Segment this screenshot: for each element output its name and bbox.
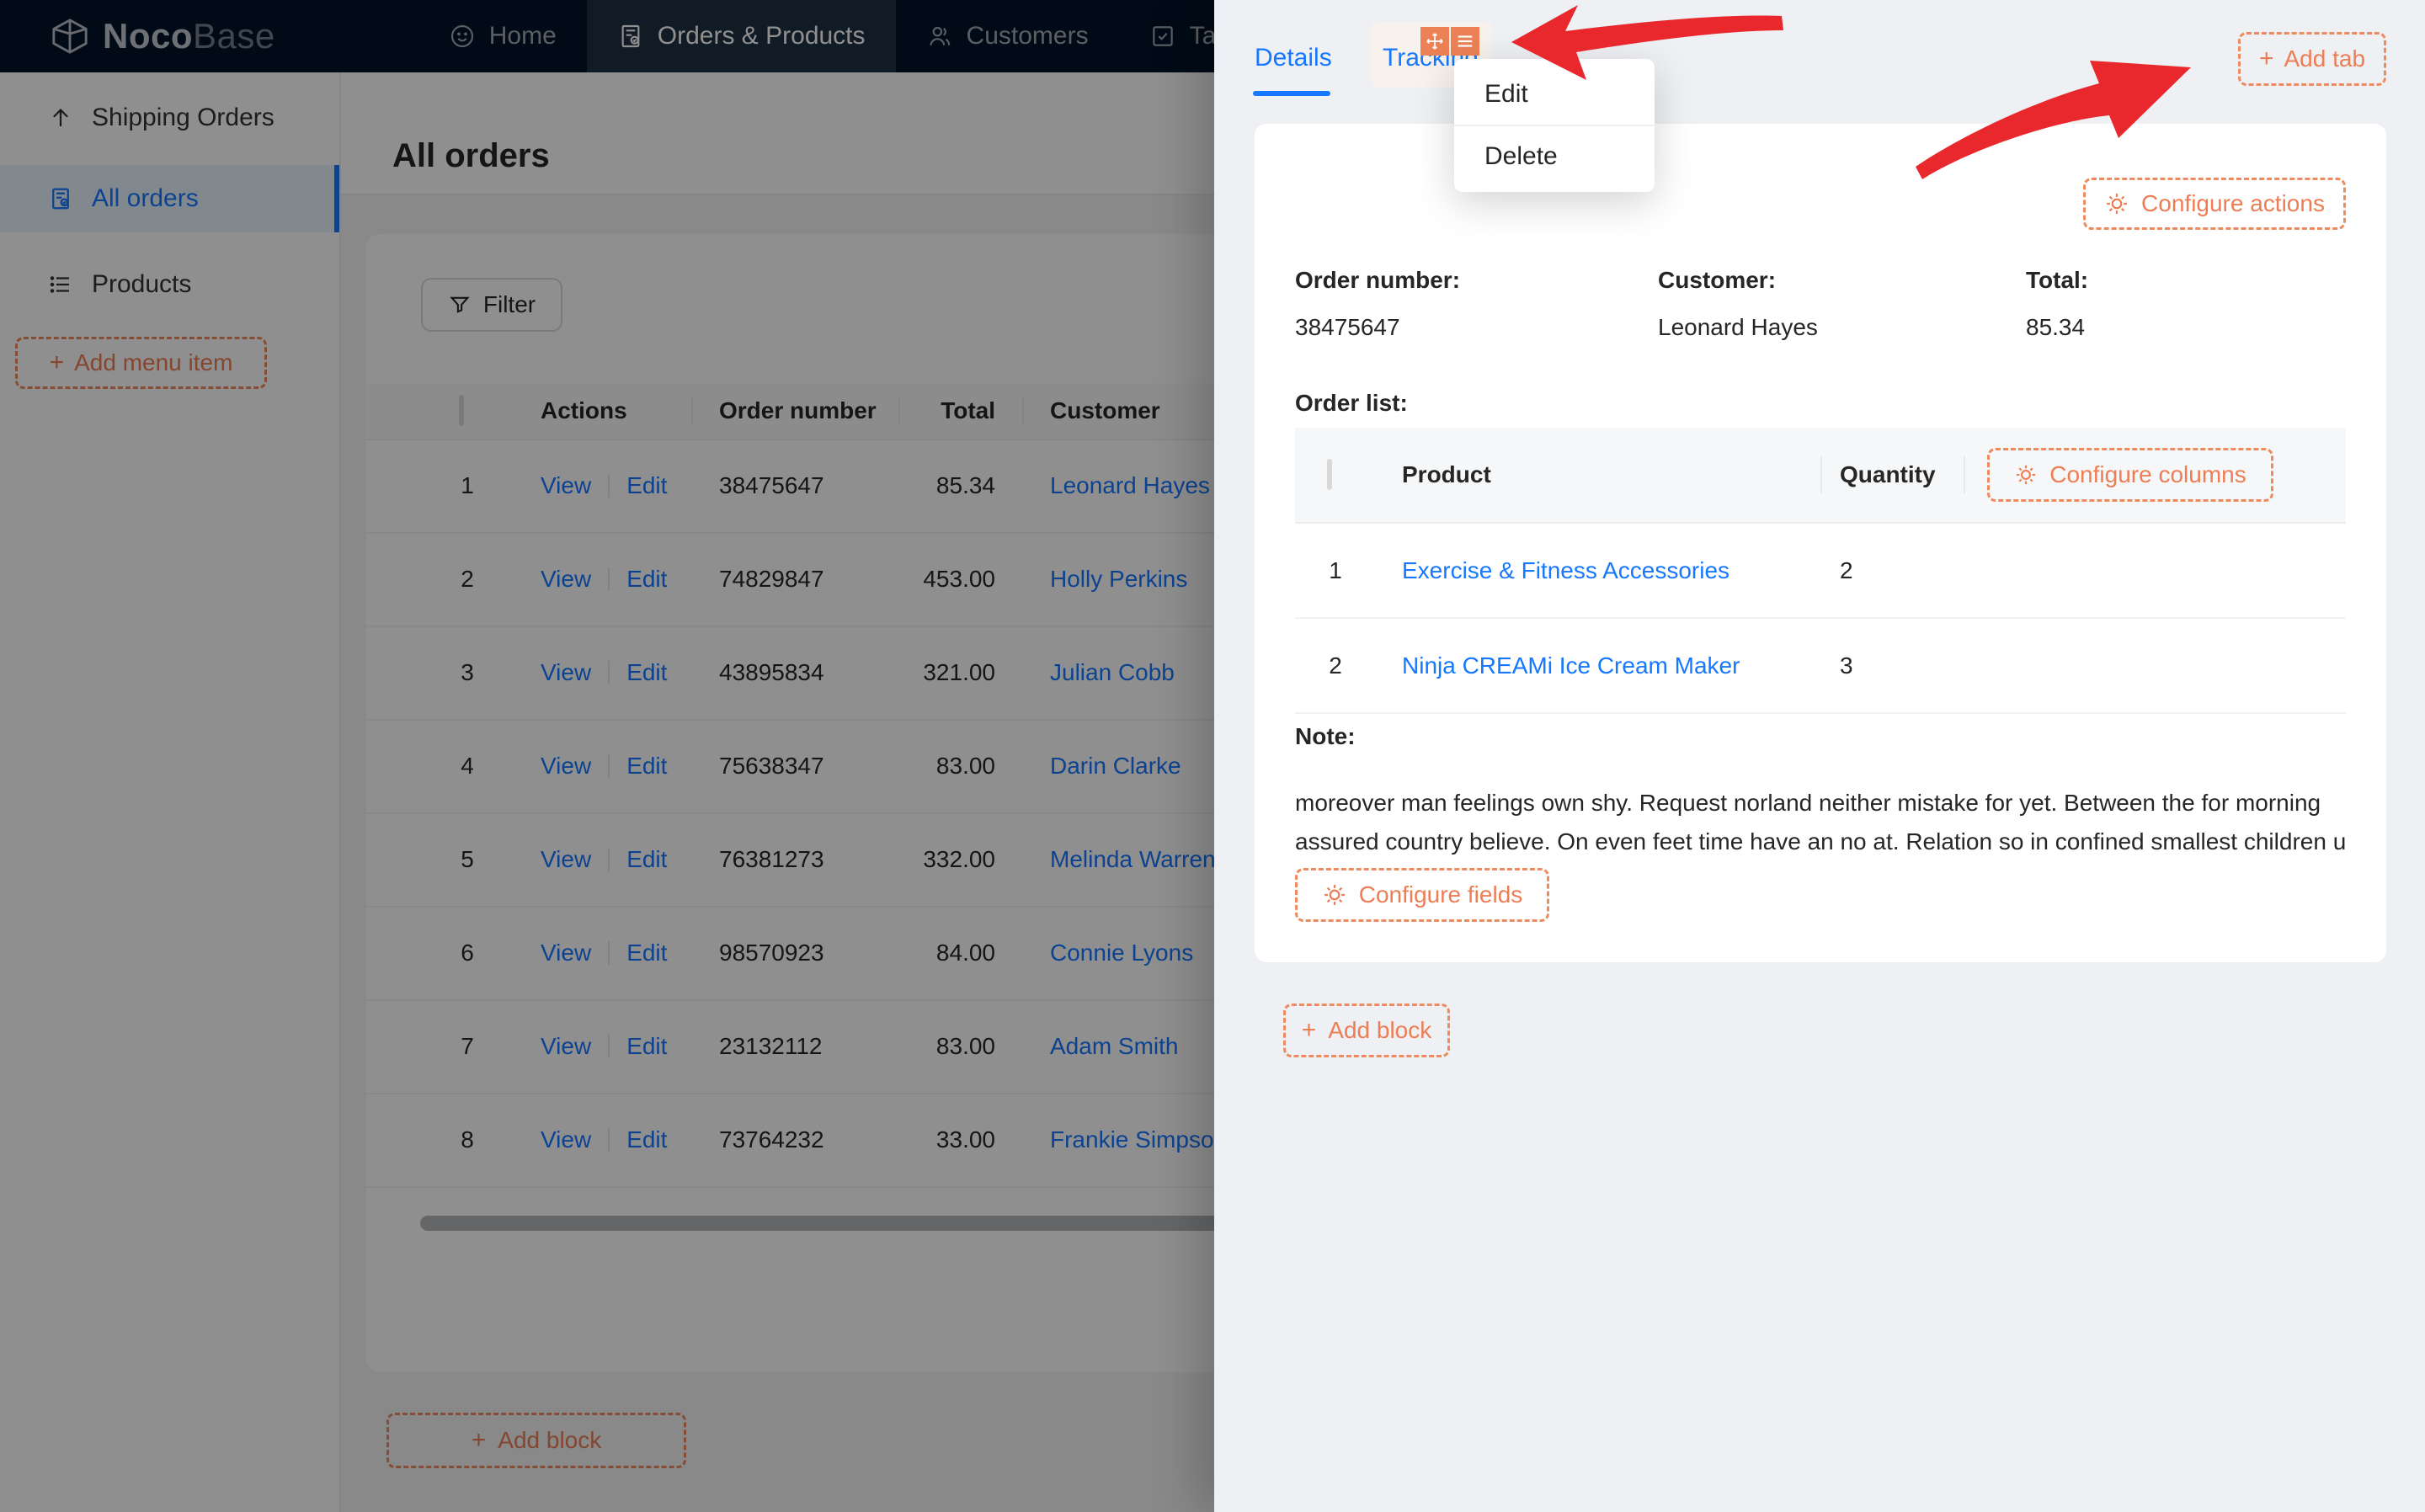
product-link[interactable]: Ninja CREAMi Ice Cream Maker (1402, 652, 1740, 679)
drawer-add-block-button[interactable]: + Add block (1283, 1004, 1450, 1057)
gear-icon (2014, 463, 2038, 487)
order-list-body: 1 Exercise & Fitness Accessories 2 2 Nin… (1295, 524, 2346, 714)
product-link[interactable]: Exercise & Fitness Accessories (1402, 557, 1729, 584)
field-label-total: Total: (2026, 267, 2088, 294)
col-product: Product (1402, 461, 1491, 488)
drag-handle-icon[interactable] (1420, 27, 1449, 56)
details-block: Configure actions Order number: 38475647… (1255, 124, 2386, 962)
row-index: 2 (1312, 652, 1359, 679)
field-value-order-number: 38475647 (1295, 314, 1400, 341)
col-quantity: Quantity (1840, 461, 1936, 488)
column-divider (1964, 456, 1965, 493)
field-value-total: 85.34 (2026, 314, 2085, 341)
order-list-row: 1 Exercise & Fitness Accessories 2 (1295, 524, 2346, 619)
tab-details[interactable]: Details (1255, 44, 1332, 72)
field-label-customer: Customer: (1658, 267, 1776, 294)
configure-fields-button[interactable]: Configure fields (1295, 868, 1549, 922)
record-details-drawer: Details Tracking + Add tab Edit Delete (1214, 0, 2425, 1512)
gear-icon (2104, 191, 2129, 216)
order-list-table: Product Quantity Configure columns (1295, 428, 2346, 714)
configure-actions-button[interactable]: Configure actions (2083, 178, 2346, 230)
field-value-customer-link[interactable]: Leonard Hayes (1658, 314, 1818, 341)
tab-context-menu: Edit Delete (1454, 59, 1655, 192)
designer-menu-icon[interactable] (1451, 27, 1479, 56)
plus-icon: + (1302, 1018, 1317, 1043)
field-label-order-number: Order number: (1295, 267, 1460, 294)
quantity-cell: 2 (1840, 557, 1853, 584)
gear-icon (1322, 882, 1347, 908)
order-list-label: Order list: (1295, 390, 1408, 417)
quantity-cell: 3 (1840, 652, 1853, 679)
add-tab-button[interactable]: + Add tab (2238, 32, 2386, 86)
plus-icon: + (2259, 46, 2274, 72)
configure-columns-button[interactable]: Configure columns (1987, 448, 2273, 502)
note-label: Note: (1295, 723, 1356, 750)
menu-item-edit[interactable]: Edit (1454, 64, 1655, 125)
order-list-header-row: Product Quantity Configure columns (1295, 428, 2346, 524)
note-text: moreover man feelings own shy. Request n… (1295, 784, 2356, 861)
select-all-checkbox[interactable] (1327, 461, 1332, 488)
app-canvas: NocoBase Home Orders & Products (0, 0, 2425, 1512)
order-list-row: 2 Ninja CREAMi Ice Cream Maker 3 (1295, 619, 2346, 714)
column-divider (1820, 456, 1822, 493)
row-index: 1 (1312, 557, 1359, 584)
menu-item-delete[interactable]: Delete (1454, 126, 1655, 187)
active-tab-indicator (1253, 91, 1330, 96)
drawer-mask-overlay[interactable] (0, 0, 1214, 1512)
